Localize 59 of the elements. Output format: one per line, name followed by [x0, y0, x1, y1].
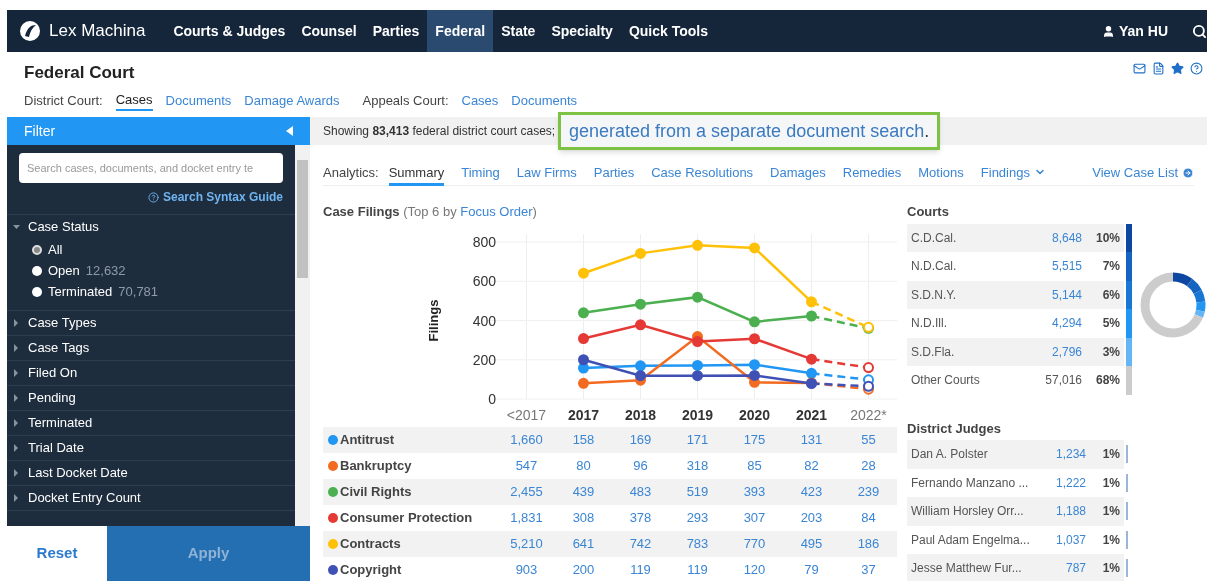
- y-axis-label: Filings: [426, 299, 441, 341]
- court-name: C.D.Cal.: [911, 229, 958, 247]
- court-name: S.D.N.Y.: [911, 286, 958, 304]
- case-type-name: Consumer Protection: [340, 508, 473, 527]
- case-type-name: Antitrust: [340, 430, 395, 449]
- option-label: Open: [48, 261, 80, 280]
- courts-title: Courts: [907, 203, 950, 221]
- court-percent: 10%: [1094, 229, 1120, 247]
- court-percent: 68%: [1094, 372, 1120, 390]
- judge-percent: 1%: [1101, 531, 1120, 549]
- judge-name: William Horsley Orr...: [911, 503, 1025, 521]
- y-tick-label: 0: [488, 390, 496, 407]
- x-tick-label: 2017: [567, 406, 600, 423]
- x-tick-label: 2021: [795, 406, 828, 423]
- y-tick-label: 800: [472, 233, 496, 250]
- judge-name: Paul Adam Engelma...: [911, 531, 1031, 549]
- results-summary: Showing 83,413 federal district court cases;: [323, 123, 556, 140]
- option-count: 12,632: [85, 261, 126, 280]
- case-type-name: Bankruptcy: [340, 456, 412, 475]
- case-type-name: Contracts: [340, 534, 401, 553]
- case-type-name: Copyright: [340, 560, 402, 579]
- option-label: Terminated: [48, 282, 113, 301]
- x-tick-label: <2017: [506, 406, 547, 423]
- court-name: N.D.Ill.: [911, 315, 948, 333]
- court-percent: 6%: [1101, 286, 1120, 304]
- court-percent: 3%: [1101, 343, 1120, 361]
- y-tick-label: 200: [472, 351, 496, 368]
- court-name: N.D.Cal.: [911, 258, 958, 276]
- x-tick-label: 2019: [681, 406, 714, 423]
- page-title: Federal Court: [24, 62, 135, 84]
- court-percent: 7%: [1101, 258, 1120, 276]
- judges-title: District Judges: [907, 419, 1002, 438]
- x-tick-label: 2018: [624, 406, 657, 423]
- court-name: S.D.Fla.: [911, 343, 956, 361]
- x-tick-label: 2022*: [850, 406, 887, 423]
- option-count: 70,781: [118, 282, 159, 301]
- group-label: District Court:: [24, 91, 103, 110]
- x-tick-label: 2020: [738, 406, 771, 423]
- chart-note: (Top 6 by: [403, 204, 458, 219]
- judge-name: Dan A. Polster: [911, 446, 989, 464]
- judge-percent: 1%: [1101, 474, 1120, 492]
- callout-period: .: [924, 119, 930, 143]
- case-type-name: Civil Rights: [340, 482, 412, 501]
- court-count: 57,016: [1045, 372, 1082, 390]
- group-label: Appeals Court:: [362, 91, 449, 110]
- judge-name: Jesse Matthew Fur...: [911, 560, 1023, 578]
- judge-name: Fernando Manzano ...: [911, 474, 1030, 492]
- y-tick-label: 600: [472, 272, 496, 289]
- analytics-label: Analytics:: [323, 164, 379, 182]
- judge-percent: 1%: [1101, 446, 1120, 464]
- chart-title: Case Filings: [323, 204, 401, 219]
- option-label: All: [48, 240, 63, 259]
- court-name: Other Courts: [911, 372, 981, 390]
- y-tick-label: 400: [472, 312, 496, 328]
- filter-title: Filter: [24, 121, 56, 141]
- court-percent: 5%: [1101, 315, 1120, 333]
- chart-note-end: ): [532, 204, 537, 219]
- judge-percent: 1%: [1101, 503, 1120, 521]
- judge-percent: 1%: [1101, 560, 1120, 578]
